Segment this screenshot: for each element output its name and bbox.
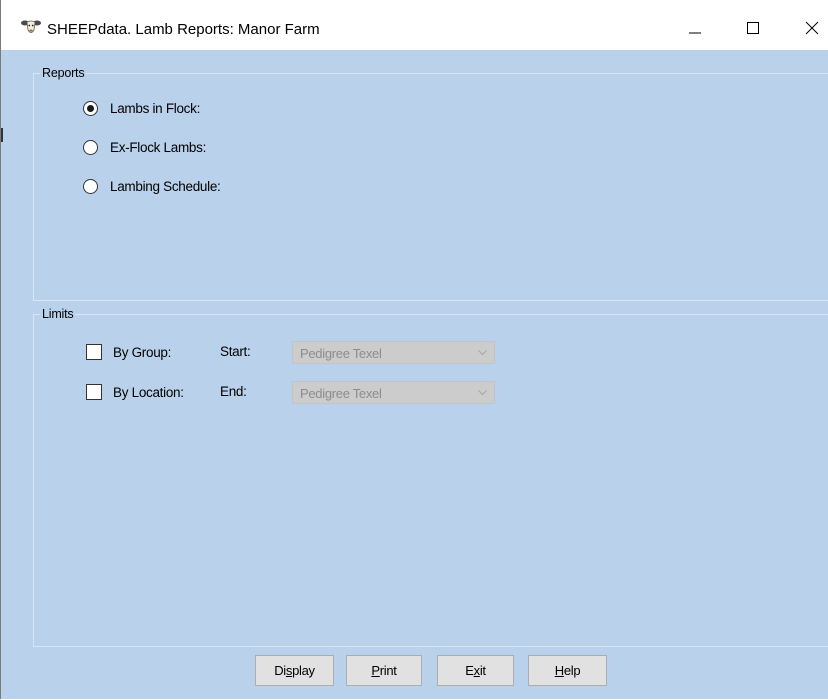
radio-label: Lambs in Flock: bbox=[110, 100, 201, 116]
end-label: End: bbox=[220, 384, 247, 399]
limits-group: Limits By Group: Start: Pedigree Texel B… bbox=[33, 307, 828, 647]
checkbox-by-group[interactable]: By Group: bbox=[86, 342, 171, 362]
limits-legend: Limits bbox=[40, 307, 76, 321]
radio-button[interactable] bbox=[83, 100, 98, 116]
radio-label: Ex-Flock Lambs: bbox=[110, 139, 207, 155]
checkbox[interactable] bbox=[86, 344, 102, 360]
exit-button[interactable]: Exit bbox=[437, 655, 514, 686]
button-label-part: E bbox=[465, 663, 474, 678]
end-location-combo[interactable]: Pedigree Texel bbox=[292, 381, 495, 404]
maximize-button[interactable] bbox=[736, 14, 776, 46]
close-icon bbox=[805, 21, 819, 35]
button-label-part: rint bbox=[379, 663, 397, 678]
mnemonic-letter: P bbox=[371, 663, 380, 678]
title-bar[interactable]: SHEEPdata. Lamb Reports: Manor Farm bbox=[1, 0, 828, 50]
help-button[interactable]: Help bbox=[528, 655, 607, 686]
chevron-down-icon bbox=[478, 390, 487, 396]
start-label: Start: bbox=[220, 344, 251, 359]
button-label-part: Di bbox=[274, 663, 286, 678]
close-button[interactable] bbox=[791, 14, 828, 46]
client-area: Reports Lambs in Flock: Ex-Flock Lambs: … bbox=[1, 50, 828, 699]
window-title: SHEEPdata. Lamb Reports: Manor Farm bbox=[47, 21, 320, 38]
display-button[interactable]: Display bbox=[255, 655, 334, 686]
checkbox-by-location[interactable]: By Location: bbox=[86, 382, 184, 402]
window-edge-mark bbox=[1, 128, 3, 142]
radio-ex-flock-lambs[interactable]: Ex-Flock Lambs: bbox=[83, 137, 206, 157]
checkbox-label: By Location: bbox=[113, 384, 184, 400]
maximize-icon bbox=[747, 22, 759, 34]
checkbox[interactable] bbox=[86, 384, 102, 400]
radio-button[interactable] bbox=[83, 139, 98, 155]
combo-value: Pedigree Texel bbox=[300, 346, 382, 361]
checkbox-label: By Group: bbox=[113, 344, 172, 360]
mnemonic-letter: H bbox=[554, 663, 564, 678]
button-label-part: elp bbox=[563, 663, 581, 678]
button-label-part: it bbox=[479, 663, 486, 678]
sheep-head-icon bbox=[21, 20, 41, 33]
lamb-reports-window: SHEEPdata. Lamb Reports: Manor Farm Repo… bbox=[0, 0, 828, 699]
minimize-icon bbox=[689, 32, 701, 34]
start-group-combo[interactable]: Pedigree Texel bbox=[292, 341, 495, 364]
radio-lambing-schedule[interactable]: Lambing Schedule: bbox=[83, 176, 221, 196]
combo-value: Pedigree Texel bbox=[300, 386, 382, 401]
reports-group: Reports Lambs in Flock: Ex-Flock Lambs: … bbox=[33, 66, 828, 301]
reports-legend: Reports bbox=[40, 66, 87, 80]
button-label-part: play bbox=[292, 663, 315, 678]
chevron-down-icon bbox=[478, 350, 487, 356]
minimize-button[interactable] bbox=[681, 14, 721, 46]
radio-lambs-in-flock[interactable]: Lambs in Flock: bbox=[83, 98, 200, 118]
radio-button[interactable] bbox=[83, 178, 98, 194]
radio-label: Lambing Schedule: bbox=[110, 178, 221, 194]
print-button[interactable]: Print bbox=[346, 655, 422, 686]
